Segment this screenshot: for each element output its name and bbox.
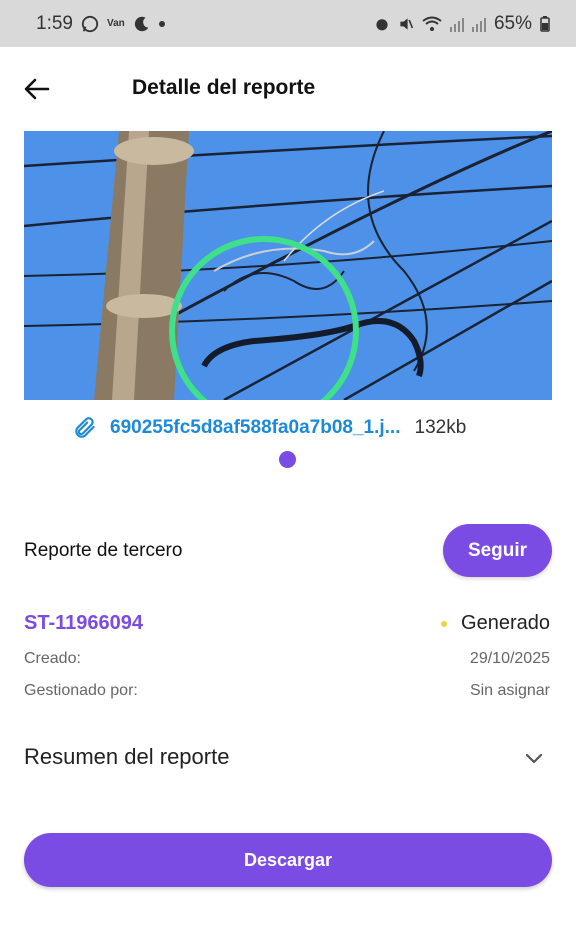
image-pager-dot — [279, 451, 296, 468]
status-bar-left: 1:59 Van — [36, 13, 165, 35]
download-button[interactable]: Descargar — [24, 833, 552, 887]
clock: 1:59 — [36, 12, 73, 34]
chevron-down-icon[interactable] — [522, 746, 546, 770]
ticket-id: ST-11966094 — [24, 612, 143, 634]
report-photo[interactable] — [24, 131, 552, 400]
back-arrow-icon[interactable] — [22, 74, 52, 104]
summary-toggle-label[interactable]: Resumen del reporte — [24, 744, 229, 770]
status-text: Generado — [461, 612, 550, 634]
follow-button[interactable]: Seguir — [443, 524, 552, 577]
signal-icon-2 — [471, 17, 486, 32]
whatsapp-icon — [81, 15, 99, 32]
status-badge: Generado — [441, 612, 550, 635]
page-title: Detalle del reporte — [132, 76, 316, 99]
managed-by-value: Sin asignar — [469, 682, 550, 699]
carrier-icon: Van — [106, 18, 125, 29]
status-bar-right: 65% — [374, 13, 550, 35]
created-date: 29/10/2025 — [469, 650, 550, 667]
attachment-row[interactable]: 690255fc5d8af588fa0a7b08_1.j... 132kb — [72, 414, 512, 442]
alarm-icon — [376, 18, 388, 30]
report-type: Reporte de tercero — [24, 540, 183, 561]
mute-icon — [400, 17, 414, 30]
managed-by-label: Gestionado por: — [24, 682, 138, 699]
wifi-icon — [422, 16, 442, 31]
signal-icon — [449, 17, 464, 32]
notification-dot-icon — [158, 20, 165, 27]
paperclip-icon — [75, 417, 95, 438]
battery-icon — [540, 15, 550, 32]
status-bar: 1:59 Van 65% — [0, 0, 576, 47]
app-header: Detalle del reporte — [0, 68, 576, 112]
created-label: Creado: — [24, 650, 81, 667]
moon-icon — [134, 16, 149, 31]
attachment-file-name[interactable]: 690255fc5d8af588fa0a7b08_1.j... — [110, 417, 401, 439]
report-photo-image — [24, 131, 552, 400]
attachment-file-size: 132kb — [414, 417, 467, 438]
battery-percent: 65% — [493, 12, 532, 34]
status-dot-icon — [441, 620, 448, 627]
